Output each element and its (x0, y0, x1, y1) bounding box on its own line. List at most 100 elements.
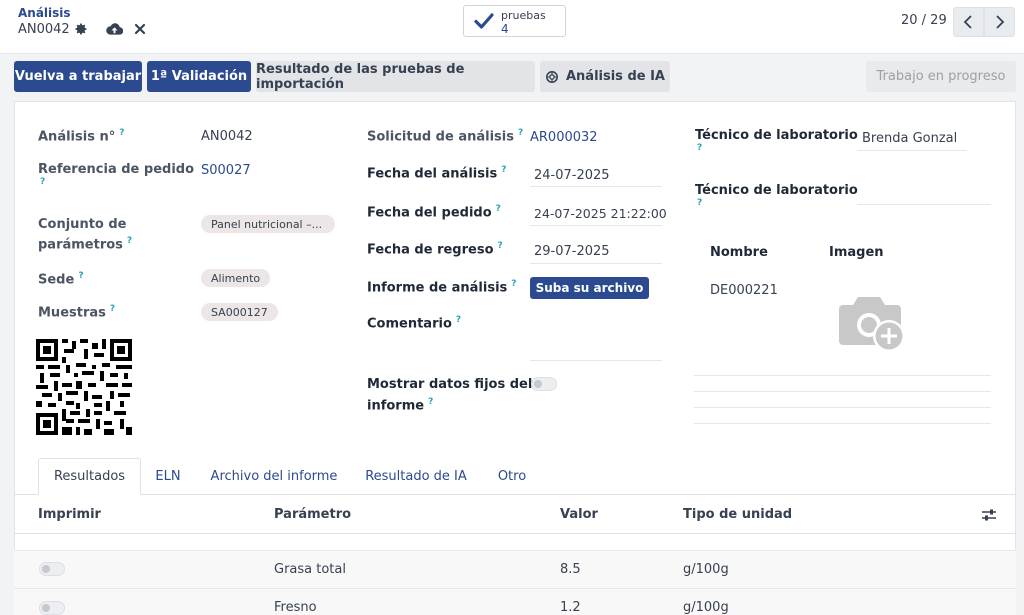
tab-report-file[interactable]: Archivo del informe (204, 458, 344, 495)
row-unit: g/100g (683, 562, 729, 577)
col-parameter[interactable]: Parámetro (274, 507, 351, 522)
order-date-underline (530, 225, 662, 226)
tab-other[interactable]: Otro (488, 458, 536, 495)
param-set-label-line2: parámetros? (38, 236, 133, 253)
help-icon[interactable]: ? (496, 204, 501, 214)
cloud-upload-icon[interactable] (106, 22, 124, 38)
control-panel: Análisis AN0042 pruebas 4 20 / 29 (0, 0, 1024, 54)
help-icon[interactable]: ? (518, 128, 523, 138)
help-icon[interactable]: ? (110, 304, 115, 314)
tab-eln[interactable]: ELN (145, 458, 191, 495)
tests-stat-button[interactable]: pruebas 4 (463, 5, 566, 37)
record-name: AN0042 (18, 22, 70, 37)
print-toggle[interactable] (39, 601, 65, 615)
col-print[interactable]: Imprimir (38, 507, 101, 522)
ai-analysis-label: Análisis de IA (565, 69, 665, 84)
order-ref-help-icon[interactable]: ? (38, 177, 45, 193)
analysis-no-label: Análisis n°? (38, 128, 125, 145)
comment-label: Comentario? (367, 315, 462, 332)
row-value: 1.2 (560, 600, 581, 615)
site-tag[interactable]: Alimento (201, 269, 271, 287)
lab-tech-2-label: Técnico de laboratorio (695, 183, 858, 198)
form-sheet (14, 101, 1016, 615)
samples-label: Muestras? (38, 304, 116, 321)
pager-counter[interactable]: 20 / 29 (901, 13, 947, 28)
site-label: Sede? (38, 271, 84, 288)
status-in-progress[interactable]: Trabajo en progreso (866, 61, 1016, 92)
subtable-col-image: Imagen (829, 245, 884, 260)
analysis-date-field[interactable]: 24-07-2025 (534, 168, 610, 183)
subtable-divider-4 (694, 423, 991, 424)
row-parameter: Grasa total (274, 562, 346, 577)
col-value[interactable]: Valor (560, 507, 598, 522)
stat-label: pruebas (501, 9, 546, 22)
row-unit: g/100g (683, 600, 729, 615)
analysis-request-label: Solicitud de análisis? (367, 128, 524, 145)
table-row[interactable]: Fresno 1.2 g/100g (14, 588, 1016, 615)
help-icon[interactable]: ? (511, 279, 516, 289)
pager-previous-button[interactable] (953, 7, 984, 37)
print-toggle[interactable] (39, 562, 65, 576)
table-header-divider (14, 533, 1016, 534)
tab-ai-result[interactable]: Resultado de IA (357, 458, 475, 495)
lab-tech-1-underline (857, 150, 967, 151)
first-validation-button[interactable]: 1ª Validación (147, 61, 251, 92)
order-date-field[interactable]: 24-07-2025 21:22:00 (534, 206, 667, 221)
help-icon[interactable]: ? (78, 271, 83, 281)
subtable-row-name[interactable]: DE000221 (710, 283, 778, 298)
row-value: 8.5 (560, 562, 581, 577)
analysis-request-link[interactable]: AR000032 (530, 130, 598, 145)
upload-file-button[interactable]: Suba su archivo (530, 277, 649, 299)
fixed-data-label-line1: Mostrar datos fijos del (367, 377, 533, 392)
param-set-label-line1: Conjunto de (38, 217, 127, 232)
param-set-tag[interactable]: Panel nutricional –... (201, 215, 335, 233)
fixed-data-toggle[interactable] (531, 377, 557, 391)
lab-tech-1-field[interactable]: Brenda Gonzal (862, 131, 957, 146)
help-icon[interactable]: ? (127, 236, 132, 246)
chevron-right-icon (996, 15, 1005, 29)
subtable-divider-1 (694, 375, 991, 376)
fixed-data-label-line2: informe? (367, 397, 434, 414)
order-ref-link[interactable]: S00027 (201, 163, 251, 178)
chevron-left-icon (963, 15, 972, 29)
comment-field[interactable] (530, 360, 662, 361)
rework-button[interactable]: Vuelva a trabajar (14, 61, 142, 92)
return-date-field[interactable]: 29-07-2025 (534, 244, 610, 259)
camera-add-icon[interactable] (838, 293, 910, 355)
openai-icon (546, 70, 558, 83)
import-results-button[interactable]: Resultado de las pruebas de importación (256, 61, 535, 92)
subtable-col-name: Nombre (710, 245, 768, 260)
table-row[interactable]: Grasa total 8.5 g/100g (14, 550, 1016, 588)
lab-tech-1-help-icon[interactable]: ? (695, 143, 702, 159)
analysis-date-underline (530, 186, 662, 187)
subtable-divider-3 (694, 407, 991, 408)
row-parameter: Fresno (274, 600, 317, 615)
help-icon[interactable]: ? (428, 397, 433, 407)
qr-code-icon (36, 339, 132, 435)
lab-tech-2-help-icon[interactable]: ? (695, 198, 702, 214)
samples-tag[interactable]: SA000127 (201, 303, 278, 321)
help-icon[interactable]: ? (501, 165, 506, 175)
subtable-divider-2 (694, 391, 991, 392)
return-date-label: Fecha de regreso? (367, 241, 503, 258)
help-icon[interactable]: ? (498, 241, 503, 251)
analysis-no-value: AN0042 (201, 129, 253, 144)
help-icon[interactable]: ? (456, 315, 461, 325)
lab-tech-1-label: Técnico de laboratorio (695, 128, 858, 143)
lab-tech-2-underline (857, 204, 991, 205)
order-date-label: Fecha del pedido? (367, 204, 501, 221)
analysis-date-label: Fecha del análisis? (367, 165, 507, 182)
gear-icon[interactable] (74, 22, 90, 38)
help-icon[interactable]: ? (119, 128, 124, 138)
return-date-underline (530, 263, 662, 264)
tab-results[interactable]: Resultados (38, 458, 141, 495)
close-icon[interactable] (134, 22, 150, 38)
col-unit-type[interactable]: Tipo de unidad (683, 507, 792, 522)
ai-analysis-button[interactable]: Análisis de IA (540, 61, 670, 92)
pager-next-button[interactable] (984, 7, 1015, 37)
report-label: Informe de análisis? (367, 279, 517, 296)
column-settings-icon[interactable] (981, 507, 997, 523)
order-ref-label: Referencia de pedido (38, 162, 195, 177)
stat-value: 4 (501, 22, 509, 36)
breadcrumb-parent[interactable]: Análisis (18, 6, 71, 20)
